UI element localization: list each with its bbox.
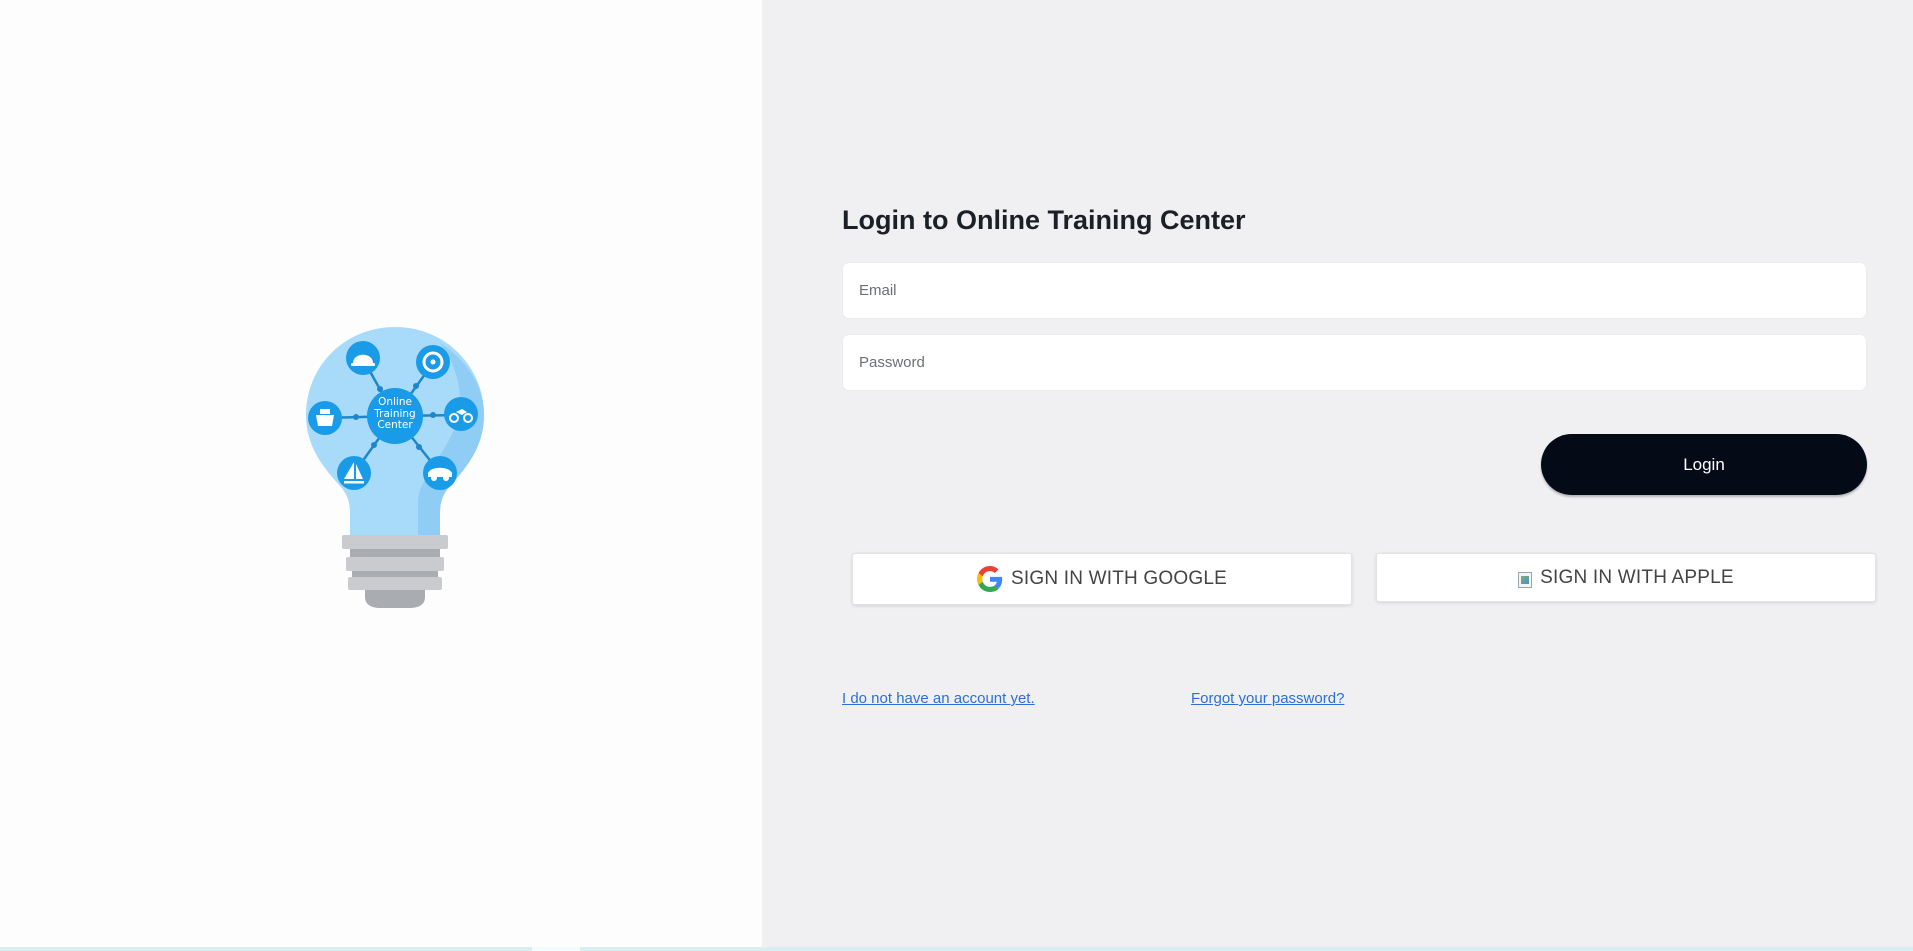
apple-signin-label: SIGN IN WITH APPLE [1540, 566, 1734, 588]
page-title: Login to Online Training Center [842, 205, 1246, 235]
apple-signin-button[interactable]: SIGN IN WITH APPLE [1376, 553, 1876, 602]
training-center-logo: Online Training Center [300, 323, 490, 608]
bottom-progress-strip [0, 947, 1913, 951]
password-field[interactable] [842, 334, 1867, 391]
google-icon [977, 566, 1003, 592]
brand-panel: Online Training Center [0, 0, 762, 947]
google-signin-label: SIGN IN WITH GOOGLE [1011, 568, 1227, 589]
page: Online Training Center Login to Online T… [0, 0, 1913, 951]
email-field[interactable] [842, 262, 1867, 319]
logo-text-line: Center [377, 419, 413, 431]
logo-text-line: Online [378, 396, 412, 408]
signup-link[interactable]: I do not have an account yet. [842, 690, 1035, 707]
google-signin-button[interactable]: SIGN IN WITH GOOGLE [852, 553, 1352, 605]
logo-center-text: Online Training Center [367, 396, 423, 432]
apple-icon [1518, 571, 1533, 588]
login-button[interactable]: Login [1541, 434, 1867, 495]
forgot-password-link[interactable]: Forgot your password? [1191, 690, 1344, 707]
